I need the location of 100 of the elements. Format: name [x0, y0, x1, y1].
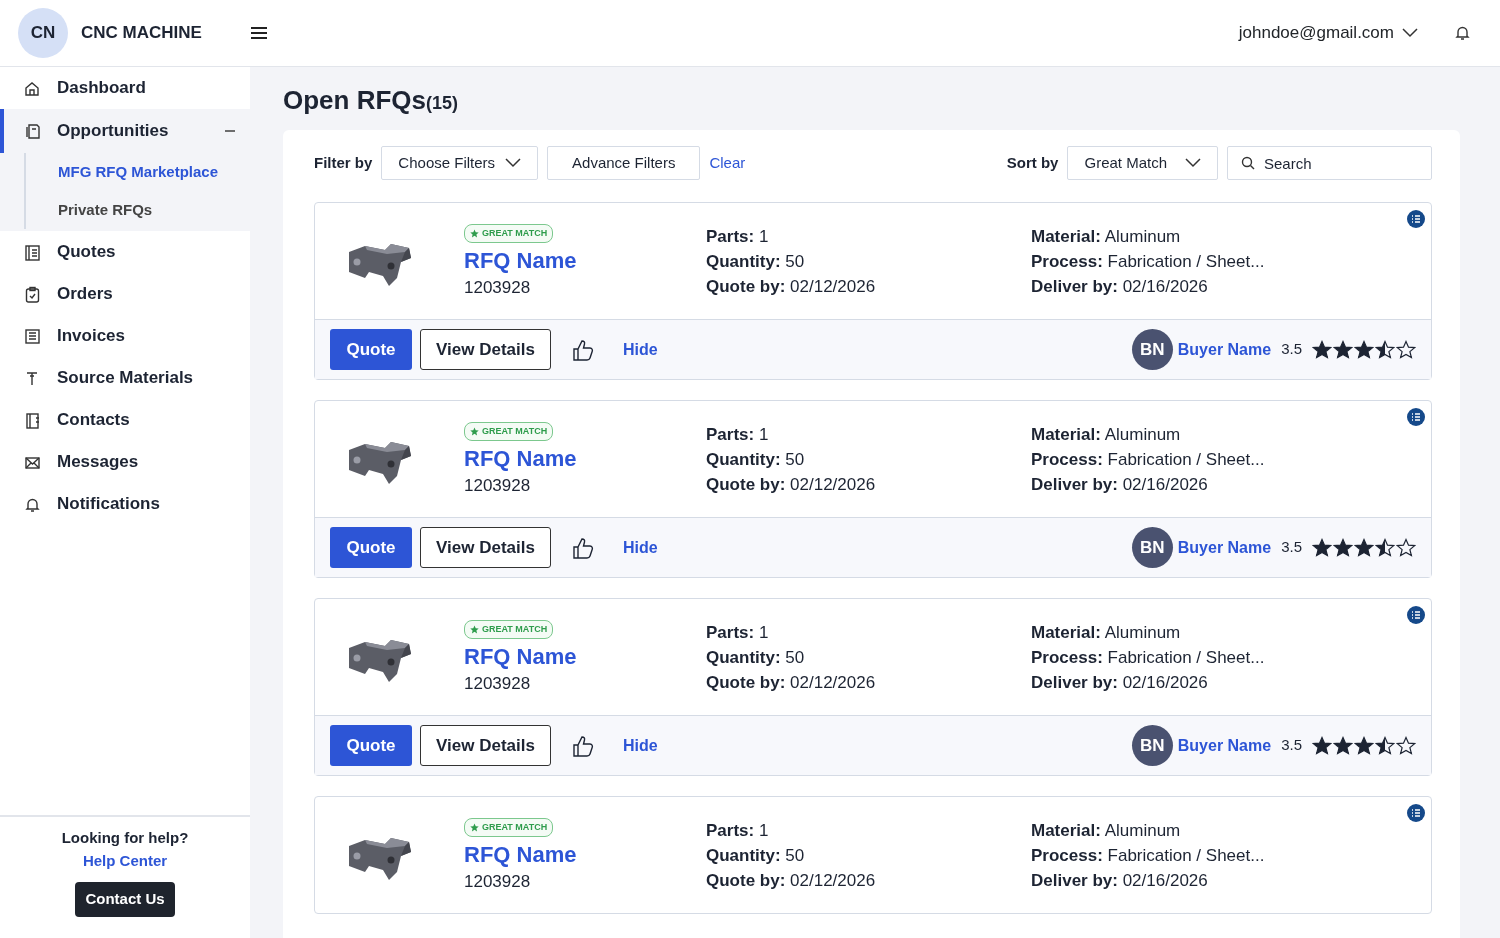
star-icon	[470, 427, 479, 436]
match-badge: GREAT MATCH	[464, 421, 554, 442]
star-icon	[1333, 538, 1353, 557]
help-prompt: Looking for help?	[61, 828, 189, 848]
bell-icon[interactable]	[1454, 24, 1472, 42]
advance-filters-button[interactable]: Advance Filters	[547, 146, 701, 180]
sidebar-item[interactable]: Source Materials	[0, 357, 250, 399]
detail-text: Process: Fabrication / Sheet...	[1031, 844, 1266, 867]
detail-text: Quote by: 02/12/2026	[706, 869, 877, 892]
rfq-name-link[interactable]: RFQ Name	[464, 247, 706, 275]
menu-icon[interactable]	[249, 25, 268, 41]
detail-text: Process: Fabrication / Sheet...	[1031, 250, 1266, 273]
buyer-name-link[interactable]: Buyer Name	[1177, 535, 1272, 560]
sort-dropdown[interactable]: Great Match	[1067, 146, 1218, 180]
star-icon	[1375, 340, 1395, 359]
rating-text: 3.5	[1281, 735, 1302, 756]
help-center-link[interactable]: Help Center	[82, 849, 168, 872]
rfq-number: 1203928	[464, 871, 532, 893]
detail-text: Parts: 1	[706, 225, 770, 248]
chevron-down-icon	[1402, 28, 1418, 38]
rfq-number: 1203928	[464, 475, 532, 497]
checklist-icon[interactable]	[1407, 606, 1425, 624]
thumbs-up-icon[interactable]	[571, 733, 595, 758]
contact-button[interactable]: Contact Us	[75, 882, 175, 917]
star-icon	[1375, 538, 1395, 557]
match-badge: GREAT MATCH	[464, 619, 554, 640]
detail-text: Material: Aluminum	[1031, 819, 1182, 842]
rfq-name-link[interactable]: RFQ Name	[464, 643, 706, 671]
clear-link[interactable]: Clear	[709, 151, 746, 175]
detail-text: Quote by: 02/12/2026	[706, 275, 877, 298]
quote-button[interactable]: Quote	[330, 527, 412, 568]
detail-text: Parts: 1	[706, 423, 770, 446]
submenu-item[interactable]: Private RFQs	[26, 191, 250, 229]
sidebar-item[interactable]: Quotes	[0, 231, 250, 273]
sort-label: Sort by	[1006, 152, 1059, 173]
hide-link[interactable]: Hide	[623, 337, 658, 362]
checklist-icon[interactable]	[1407, 210, 1425, 228]
search-field[interactable]: Search	[1227, 146, 1432, 180]
star-icon	[1354, 538, 1374, 557]
checklist-icon[interactable]	[1407, 408, 1425, 426]
buyer-name-link[interactable]: Buyer Name	[1177, 733, 1272, 758]
search-icon	[1241, 156, 1255, 170]
chevron-down-icon	[505, 158, 522, 168]
detail-text: Deliver by: 02/16/2026	[1031, 473, 1209, 496]
sidebar-item[interactable]: Dashboard	[0, 67, 250, 109]
star-icon	[470, 229, 479, 238]
star-icon	[1312, 340, 1332, 359]
star-icon	[1354, 340, 1374, 359]
star-icon	[1396, 538, 1416, 557]
rfq-name-link[interactable]: RFQ Name	[464, 445, 706, 473]
checklist-icon[interactable]	[1407, 804, 1425, 822]
sidebar-item[interactable]: Notifications	[0, 483, 250, 525]
buyer-name-link[interactable]: Buyer Name	[1177, 337, 1272, 362]
view-details-button[interactable]: View Details	[420, 329, 551, 370]
rfq-name-link[interactable]: RFQ Name	[464, 841, 706, 869]
star-icon	[1396, 736, 1416, 755]
detail-text: Quantity: 50	[706, 646, 806, 669]
thumbs-up-icon[interactable]	[571, 337, 595, 362]
rating-text: 3.5	[1281, 339, 1302, 360]
buyer-avatar: BN	[1131, 329, 1173, 370]
detail-text: Quantity: 50	[706, 250, 806, 273]
sidebar-item[interactable]: Orders	[0, 273, 250, 315]
detail-text: Quote by: 02/12/2026	[706, 671, 877, 694]
app-name: CNC MACHINE	[81, 22, 202, 45]
detail-text: Process: Fabrication / Sheet...	[1031, 448, 1266, 471]
page-title: Open RFQs(15)	[283, 84, 460, 117]
sidebar-item[interactable]: Invoices	[0, 315, 250, 357]
sidebar-item[interactable]: Contacts	[0, 399, 250, 441]
sidebar-item[interactable]: Messages	[0, 441, 250, 483]
hide-link[interactable]: Hide	[623, 733, 658, 758]
home-icon	[24, 79, 41, 97]
star-icon	[470, 823, 479, 832]
star-icon	[1333, 736, 1353, 755]
view-details-button[interactable]: View Details	[420, 725, 551, 766]
detail-text: Parts: 1	[706, 819, 770, 842]
submenu-item[interactable]: MFG RFQ Marketplace	[26, 153, 250, 191]
user-menu[interactable]: johndoe@gmail.com	[1238, 20, 1418, 46]
rfq-number: 1203928	[464, 277, 532, 299]
logo-avatar: CN	[18, 8, 68, 58]
buyer-avatar: BN	[1131, 527, 1173, 568]
star-icon	[1396, 340, 1416, 359]
star-icon	[1375, 736, 1395, 755]
list-icon	[24, 243, 41, 261]
detail-text: Deliver by: 02/16/2026	[1031, 671, 1209, 694]
filter-label: Filter by	[314, 152, 373, 173]
star-icon	[1354, 736, 1374, 755]
star-icon	[1333, 340, 1353, 359]
detail-text: Quantity: 50	[706, 448, 806, 471]
quote-button[interactable]: Quote	[330, 725, 412, 766]
star-icon	[470, 625, 479, 634]
detail-text: Deliver by: 02/16/2026	[1031, 275, 1209, 298]
quote-button[interactable]: Quote	[330, 329, 412, 370]
star-icon	[1312, 538, 1332, 557]
filter-dropdown[interactable]: Choose Filters	[381, 146, 539, 180]
hide-link[interactable]: Hide	[623, 535, 658, 560]
document-icon	[24, 122, 41, 140]
detail-text: Material: Aluminum	[1031, 621, 1182, 644]
detail-text: Parts: 1	[706, 621, 770, 644]
thumbs-up-icon[interactable]	[571, 535, 595, 560]
view-details-button[interactable]: View Details	[420, 527, 551, 568]
